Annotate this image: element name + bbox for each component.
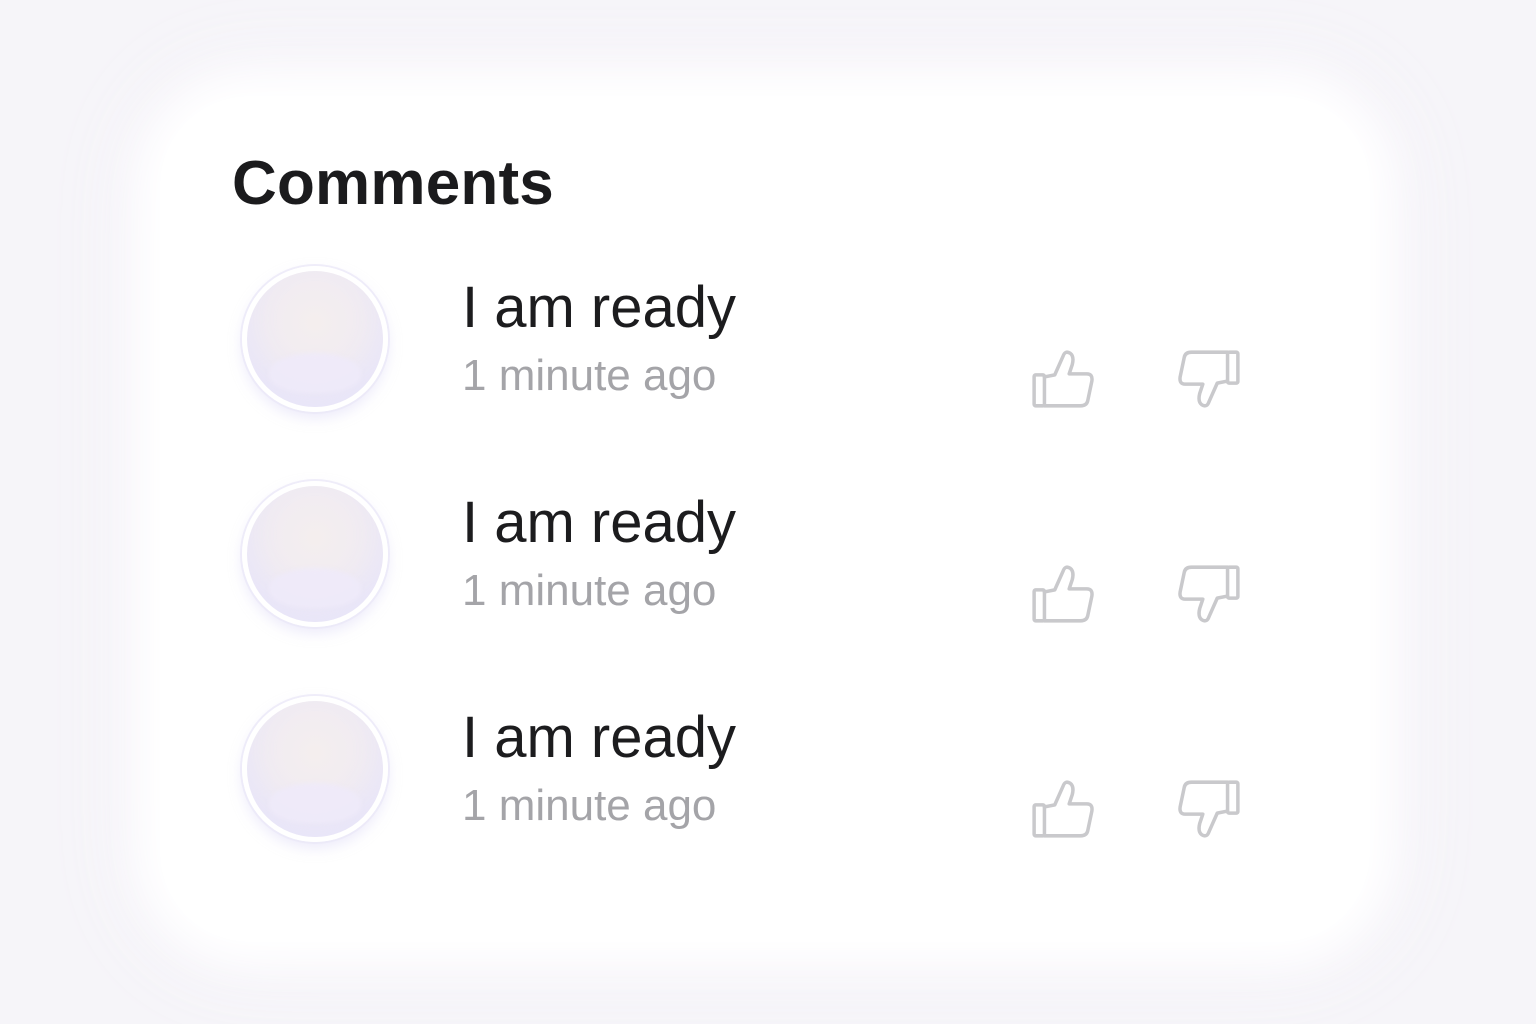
comment-item: I am ready 1 minute ago bbox=[160, 481, 1370, 651]
comment-timestamp: 1 minute ago bbox=[462, 566, 717, 615]
comment-timestamp: 1 minute ago bbox=[462, 351, 717, 400]
like-button[interactable] bbox=[1030, 561, 1096, 627]
comment-text: I am ready bbox=[462, 275, 736, 340]
comment-timestamp: 1 minute ago bbox=[462, 781, 717, 830]
thumbs-up-icon bbox=[1032, 780, 1094, 838]
comment-text: I am ready bbox=[462, 490, 736, 555]
dislike-button[interactable] bbox=[1176, 561, 1242, 627]
comment-item: I am ready 1 minute ago bbox=[160, 696, 1370, 866]
comment-text: I am ready bbox=[462, 705, 736, 770]
dislike-button[interactable] bbox=[1176, 346, 1242, 412]
comment-body: I am ready 1 minute ago bbox=[462, 487, 736, 619]
thumbs-down-icon bbox=[1178, 780, 1240, 838]
avatar[interactable] bbox=[242, 266, 388, 412]
comment-item: I am ready 1 minute ago bbox=[160, 266, 1370, 436]
like-button[interactable] bbox=[1030, 776, 1096, 842]
dislike-button[interactable] bbox=[1176, 776, 1242, 842]
thumbs-up-icon bbox=[1032, 565, 1094, 623]
comments-card: Comments I am ready 1 minute ago I am re… bbox=[160, 96, 1370, 942]
thumbs-up-icon bbox=[1032, 350, 1094, 408]
avatar-highlight bbox=[269, 568, 361, 608]
thumbs-down-icon bbox=[1178, 565, 1240, 623]
comments-title: Comments bbox=[232, 149, 554, 218]
avatar[interactable] bbox=[242, 481, 388, 627]
avatar[interactable] bbox=[242, 696, 388, 842]
comment-body: I am ready 1 minute ago bbox=[462, 702, 736, 834]
avatar-highlight bbox=[269, 783, 361, 823]
avatar-highlight bbox=[269, 353, 361, 393]
thumbs-down-icon bbox=[1178, 350, 1240, 408]
comment-body: I am ready 1 minute ago bbox=[462, 272, 736, 404]
like-button[interactable] bbox=[1030, 346, 1096, 412]
